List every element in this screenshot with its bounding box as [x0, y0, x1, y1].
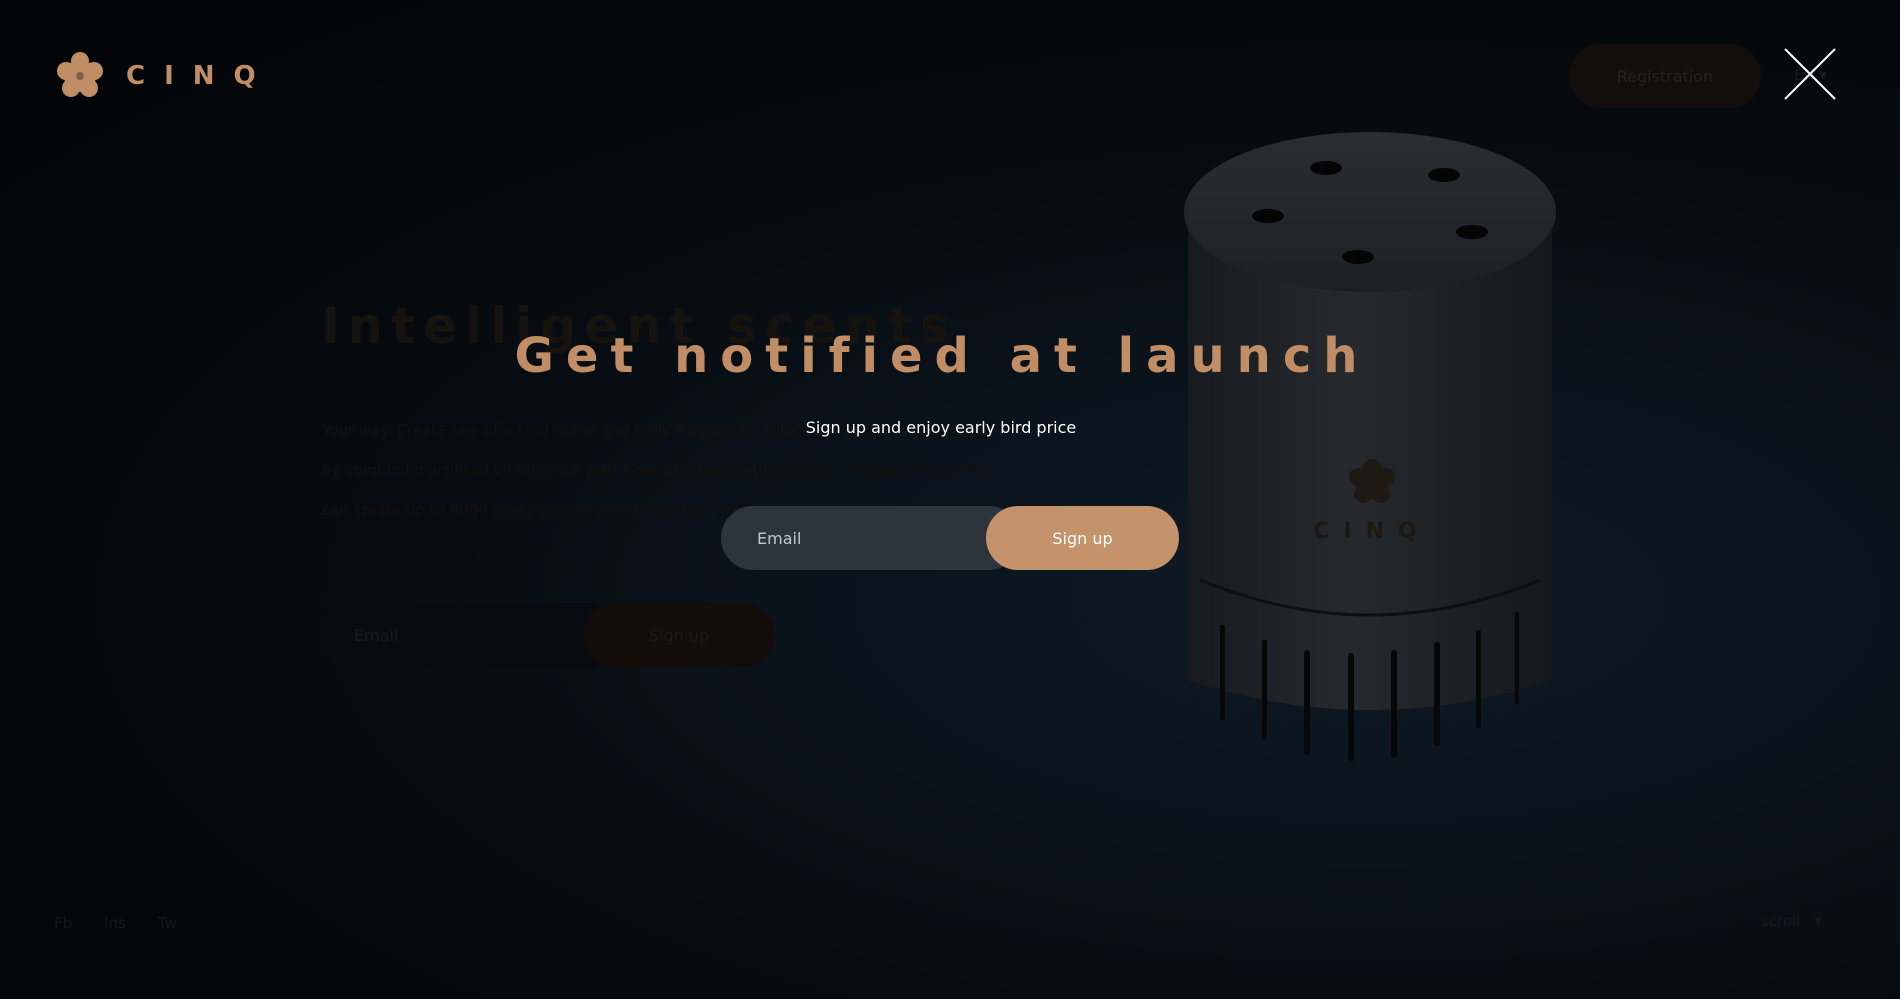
modal-signup-form: Sign up	[721, 506, 1179, 570]
modal-subtitle: Sign up and enjoy early bird price	[805, 418, 1077, 437]
close-icon[interactable]	[1783, 47, 1837, 101]
signup-modal-overlay: Get notified at launch Sign up and enjoy…	[0, 0, 1900, 999]
modal-title: Get notified at launch	[514, 328, 1370, 384]
signup-button[interactable]: Sign up	[986, 506, 1179, 570]
landing-page: CINQ Registration EN ▾ Intelligent scent…	[0, 0, 1900, 999]
email-input[interactable]	[721, 506, 1021, 570]
